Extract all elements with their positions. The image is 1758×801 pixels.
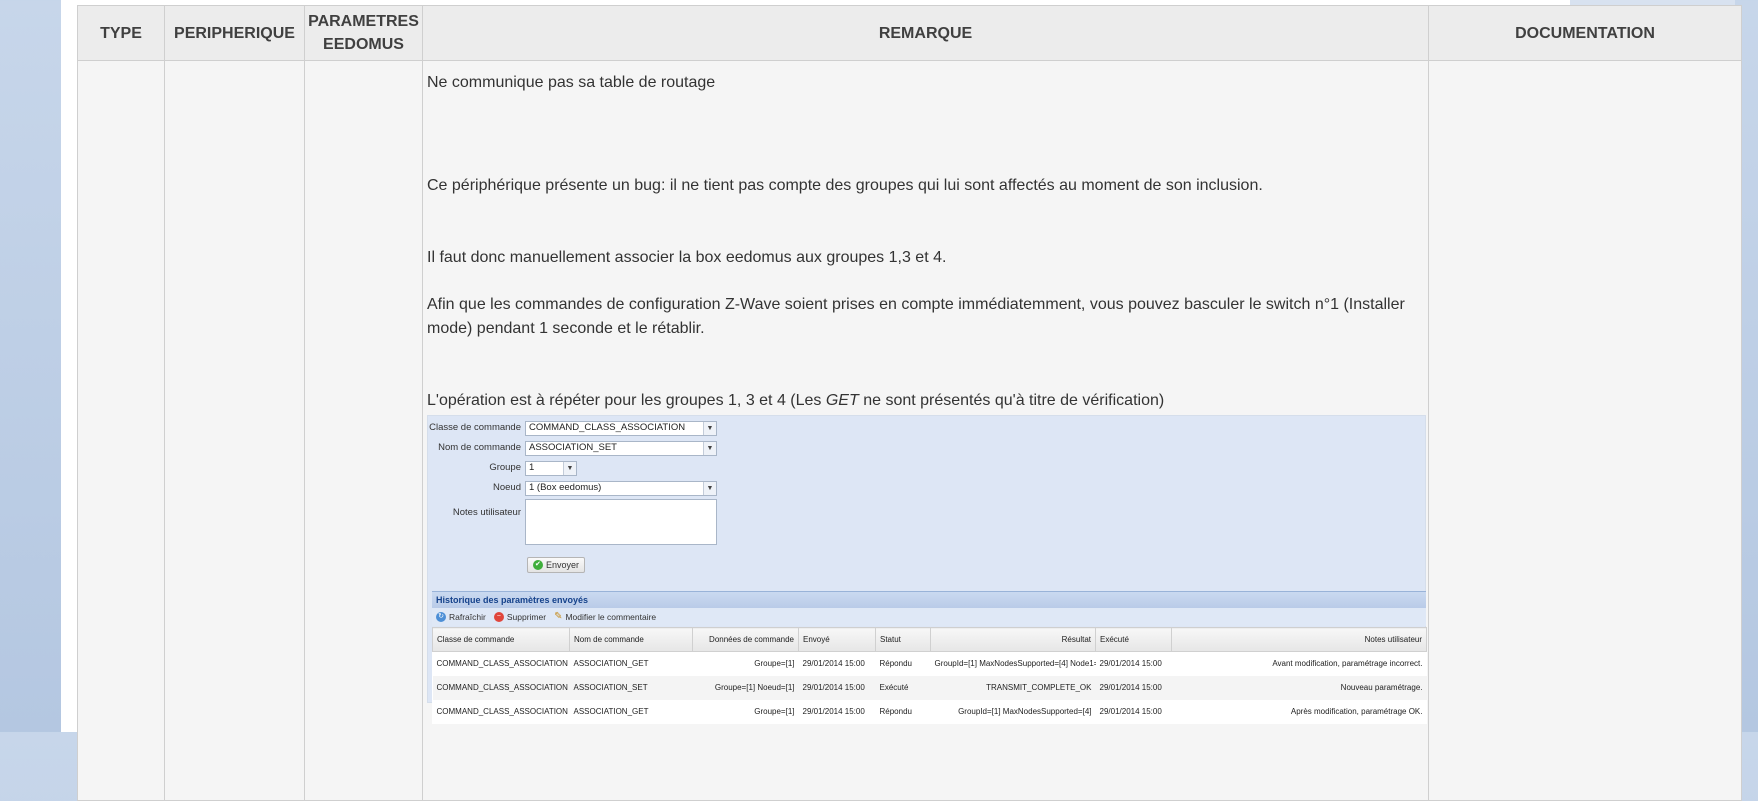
history-col-nom[interactable]: Nom de commande — [569, 627, 693, 652]
history-cell: 29/01/2014 15:00 — [798, 676, 876, 700]
refresh-icon: ↻ — [436, 612, 446, 622]
history-header-row: Classe de commande Nom de commande Donné… — [432, 627, 1427, 652]
delete-button[interactable]: − Supprimer — [493, 605, 547, 629]
cell-documentation — [1428, 60, 1742, 801]
remark-installer-mode: Afin que les commandes de configuration … — [427, 296, 1405, 337]
nom-select[interactable]: ASSOCIATION_SET ▼ — [525, 440, 717, 456]
history-cell: Répondu — [875, 700, 931, 724]
history-cell: COMMAND_CLASS_ASSOCIATION — [432, 651, 570, 676]
remark-routing: Ne communique pas sa table de routage — [427, 74, 716, 91]
classe-select[interactable]: COMMAND_CLASS_ASSOCIATION ▼ — [525, 420, 717, 436]
history-col-statut[interactable]: Statut — [875, 627, 931, 652]
history-cell: ASSOCIATION_GET — [569, 651, 693, 676]
chevron-down-icon[interactable]: ▼ — [703, 481, 716, 495]
table-row[interactable]: COMMAND_CLASS_ASSOCIATION ASSOCIATION_SE… — [432, 676, 1427, 700]
send-button[interactable]: ✔ Envoyer — [527, 557, 585, 573]
refresh-button[interactable]: ↻ Rafraîchir — [436, 605, 486, 629]
history-cell: Groupe=[1] — [692, 700, 799, 724]
history-toolbar: ↻ Rafraîchir − Supprimer ✎ Modifier le c… — [432, 608, 1426, 626]
history-cell: Répondu — [875, 651, 931, 676]
form-row-notes: Notes utilisateur — [428, 499, 717, 547]
remark-repeat-get: GET — [825, 392, 859, 409]
history-cell: GroupId=[1] MaxNodesSupported=[4] Node1=… — [930, 651, 1096, 676]
chevron-down-icon[interactable]: ▼ — [563, 461, 576, 475]
send-label: Envoyer — [545, 560, 580, 570]
form-row-groupe: Groupe 1 ▼ — [428, 459, 577, 477]
groupe-select[interactable]: 1 ▼ — [525, 460, 577, 476]
header-documentation: DOCUMENTATION — [1428, 5, 1742, 61]
history-cell: 29/01/2014 15:00 — [1095, 700, 1172, 724]
history-col-execute[interactable]: Exécuté — [1095, 627, 1172, 652]
page-container: TYPE PERIPHERIQUE PARAMETRES EEDOMUS REM… — [61, 0, 1742, 801]
pencil-icon: ✎ — [554, 611, 563, 622]
table-row[interactable]: COMMAND_CLASS_ASSOCIATION ASSOCIATION_GE… — [432, 700, 1427, 724]
history-table: Classe de commande Nom de commande Donné… — [432, 627, 1427, 724]
history-col-donnees[interactable]: Données de commande — [692, 627, 799, 652]
remark-repeat-before: L'opération est à répéter pour les group… — [427, 392, 826, 409]
noeud-label: Noeud — [493, 482, 521, 493]
history-col-resultat[interactable]: Résultat — [930, 627, 1096, 652]
device-table: TYPE PERIPHERIQUE PARAMETRES EEDOMUS REM… — [77, 5, 1742, 801]
delete-icon: − — [493, 612, 504, 622]
embedded-config-screenshot: Classe de commande COMMAND_CLASS_ASSOCIA… — [427, 415, 1427, 724]
notes-textarea[interactable] — [525, 499, 717, 545]
history-cell: 29/01/2014 15:00 — [798, 651, 876, 676]
history-cell: 29/01/2014 15:00 — [1095, 651, 1172, 676]
history-cell: Groupe=[1] — [692, 651, 799, 676]
nom-value: ASSOCIATION_SET — [529, 442, 617, 453]
table-row[interactable]: COMMAND_CLASS_ASSOCIATION ASSOCIATION_GE… — [432, 651, 1427, 676]
history-cell: Groupe=[1] Noeud=[1] — [692, 676, 799, 700]
noeud-select[interactable]: 1 (Box eedomus) ▼ — [525, 480, 717, 496]
form-row-noeud: Noeud 1 (Box eedomus) ▼ — [428, 479, 717, 497]
history-col-notes[interactable]: Notes utilisateur — [1171, 627, 1427, 652]
refresh-label: Rafraîchir — [449, 612, 486, 622]
cell-remarque: Ne communique pas sa table de routage Ce… — [422, 60, 1429, 801]
header-parametres: PARAMETRES EEDOMUS — [304, 5, 423, 61]
table-row: Ne communique pas sa table de routage Ce… — [77, 60, 1742, 801]
header-parametres-line2: EEDOMUS — [323, 36, 404, 53]
form-row-nom: Nom de commande ASSOCIATION_SET ▼ — [428, 439, 717, 457]
history-cell: Nouveau paramétrage. — [1171, 676, 1427, 700]
header-remarque: REMARQUE — [422, 5, 1429, 61]
remark-repeat-after: ne sont présentés qu'à titre de vérifica… — [858, 392, 1165, 409]
form-row-classe: Classe de commande COMMAND_CLASS_ASSOCIA… — [428, 419, 717, 437]
history-cell: 29/01/2014 15:00 — [798, 700, 876, 724]
history-col-classe[interactable]: Classe de commande — [432, 627, 570, 652]
chevron-down-icon[interactable]: ▼ — [703, 441, 716, 455]
edit-comment-button[interactable]: ✎ Modifier le commentaire — [554, 605, 656, 629]
history-cell: 29/01/2014 15:00 — [1095, 676, 1172, 700]
header-peripherique: PERIPHERIQUE — [164, 5, 305, 61]
header-parametres-line1: PARAMETRES — [308, 13, 419, 30]
history-cell: Avant modification, paramétrage incorrec… — [1171, 651, 1427, 676]
history-cell: GroupId=[1] MaxNodesSupported=[4] — [930, 700, 1096, 724]
remark-repeat: L'opération est à répéter pour les group… — [427, 389, 1424, 413]
cell-type — [77, 60, 165, 801]
history-cell: COMMAND_CLASS_ASSOCIATION — [432, 700, 570, 724]
history-cell: Exécuté — [875, 676, 931, 700]
history-cell: Après modification, paramétrage OK. — [1171, 700, 1427, 724]
edit-comment-label: Modifier le commentaire — [565, 612, 657, 622]
noeud-value: 1 (Box eedomus) — [529, 482, 602, 493]
delete-label: Supprimer — [506, 612, 547, 622]
notes-label: Notes utilisateur — [452, 507, 521, 518]
remark-bug: Ce périphérique présente un bug: il ne t… — [427, 177, 1263, 194]
history-cell: TRANSMIT_COMPLETE_OK — [930, 676, 1096, 700]
cell-parametres — [304, 60, 423, 801]
history-col-envoye[interactable]: Envoyé — [798, 627, 876, 652]
header-type: TYPE — [77, 5, 165, 61]
table-header-row: TYPE PERIPHERIQUE PARAMETRES EEDOMUS REM… — [77, 5, 1742, 61]
history-cell: COMMAND_CLASS_ASSOCIATION — [432, 676, 570, 700]
cell-peripherique — [164, 60, 305, 801]
history-cell: ASSOCIATION_GET — [569, 700, 693, 724]
history-cell: ASSOCIATION_SET — [569, 676, 693, 700]
chevron-down-icon[interactable]: ▼ — [703, 421, 716, 435]
remark-associate: Il faut donc manuellement associer la bo… — [427, 249, 947, 266]
check-icon: ✔ — [532, 560, 543, 570]
